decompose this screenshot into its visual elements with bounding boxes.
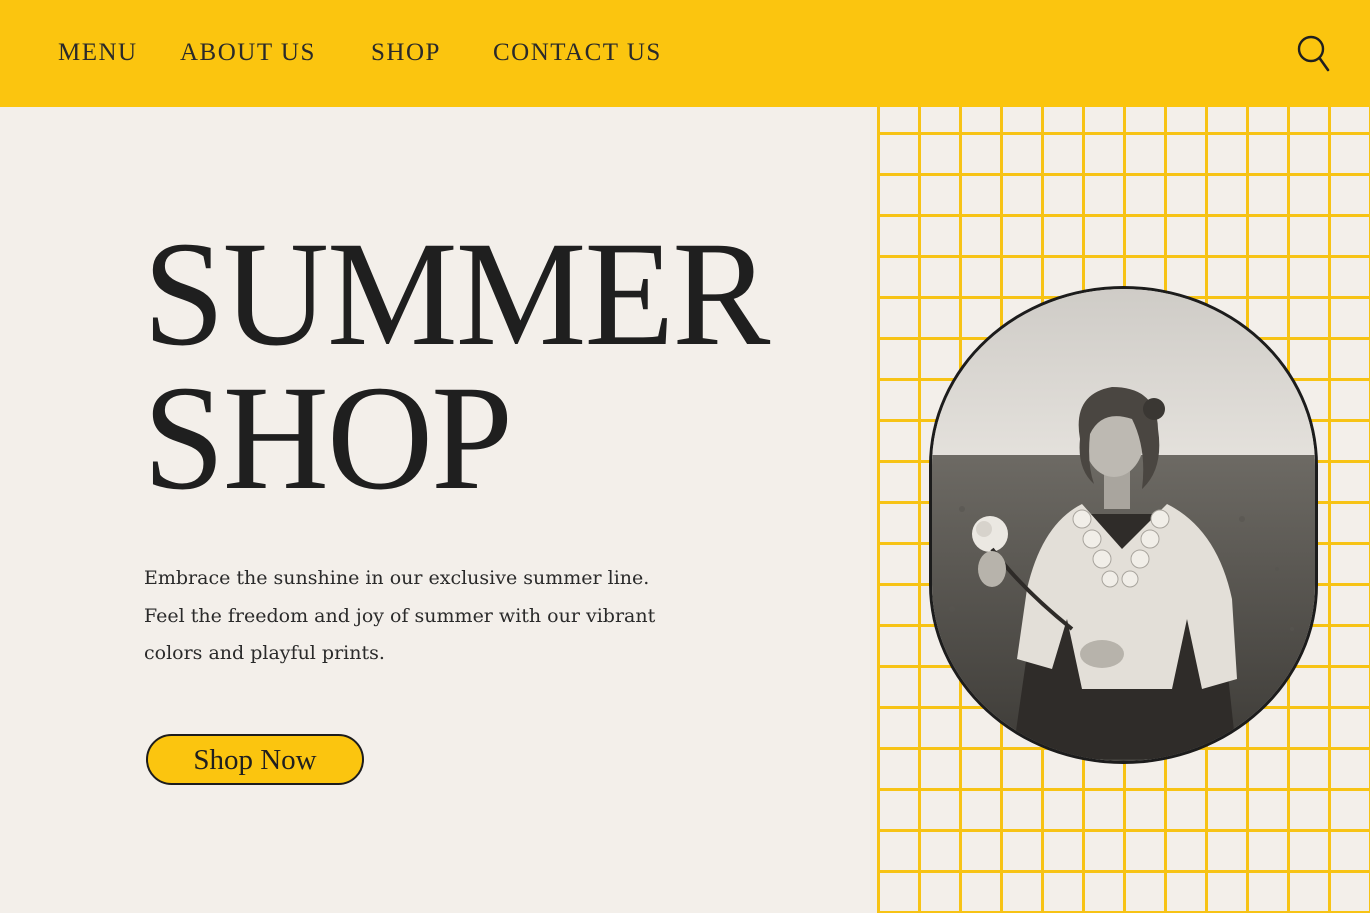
- search-icon[interactable]: [1296, 34, 1334, 74]
- nav-item-menu[interactable]: MENU: [58, 38, 138, 68]
- hero-photo: [929, 286, 1318, 764]
- hero-title: SUMMER SHOP: [143, 211, 770, 521]
- nav-item-contact-us[interactable]: CONTACT US: [493, 38, 662, 68]
- woman-with-flower-photo: [932, 289, 1315, 761]
- nav-item-about-us[interactable]: ABOUT US: [180, 38, 316, 68]
- hero-description-line-3: colors and playful prints.: [144, 642, 385, 664]
- hero-description-line-2: Feel the freedom and joy of summer with …: [144, 604, 656, 627]
- hero-title-line-1: SUMMER: [143, 211, 770, 377]
- hero-description-line-1: Embrace the sunshine in our exclusive su…: [144, 567, 650, 589]
- hero-description: Embrace the sunshine in our exclusive su…: [144, 560, 764, 673]
- hero-title-line-2: SHOP: [143, 355, 513, 521]
- top-navigation-bar: MENU ABOUT US SHOP CONTACT US: [0, 0, 1370, 107]
- nav-item-shop[interactable]: SHOP: [371, 38, 441, 68]
- shop-now-button[interactable]: Shop Now: [146, 734, 364, 785]
